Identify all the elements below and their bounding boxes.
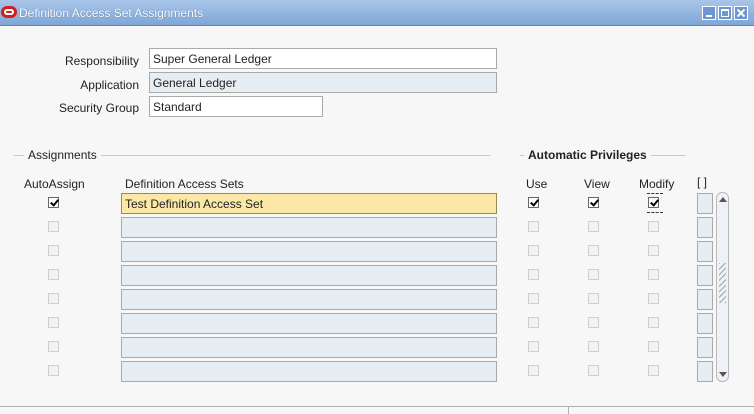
use-checkbox[interactable]	[528, 269, 539, 280]
view-checkbox[interactable]	[588, 197, 599, 208]
definition-access-set-field[interactable]	[121, 313, 497, 334]
definition-access-set-field[interactable]	[121, 241, 497, 262]
view-checkbox[interactable]	[588, 293, 599, 304]
descriptive-flexfield-button[interactable]	[697, 241, 713, 262]
window-title: Definition Access Set Assignments	[19, 6, 204, 20]
modify-checkbox[interactable]	[648, 317, 659, 328]
automatic-privileges-title: Automatic Privileges	[524, 148, 651, 162]
modify-column-header: Modify	[639, 177, 675, 191]
descriptive-flexfield-button[interactable]	[697, 193, 713, 214]
use-checkbox[interactable]	[528, 317, 539, 328]
oracle-icon	[1, 6, 17, 18]
responsibility-field[interactable]: Super General Ledger	[149, 48, 497, 69]
definition-access-set-field[interactable]	[121, 265, 497, 286]
definition-access-set-field[interactable]	[121, 217, 497, 238]
autoassign-checkbox[interactable]	[48, 365, 59, 376]
view-checkbox[interactable]	[588, 365, 599, 376]
security-group-label: Security Group	[58, 101, 139, 115]
definition-access-set-field[interactable]	[121, 337, 497, 358]
descriptive-flexfield-button[interactable]	[697, 217, 713, 238]
autoassign-checkbox[interactable]	[48, 221, 59, 232]
modify-checkbox[interactable]	[648, 197, 659, 208]
modify-focus-indicator	[647, 212, 663, 213]
definition-access-set-field[interactable]	[121, 361, 497, 382]
scroll-up-icon[interactable]	[719, 197, 727, 202]
status-divider-tick	[568, 406, 569, 414]
application-field[interactable]: General Ledger	[149, 72, 497, 93]
autoassign-checkbox[interactable]	[48, 293, 59, 304]
autoassign-checkbox[interactable]	[48, 197, 59, 208]
view-checkbox[interactable]	[588, 245, 599, 256]
modify-checkbox[interactable]	[648, 365, 659, 376]
descriptive-flexfield-button[interactable]	[697, 337, 713, 358]
window-titlebar: Definition Access Set Assignments	[0, 0, 754, 26]
use-checkbox[interactable]	[528, 221, 539, 232]
modify-checkbox[interactable]	[648, 341, 659, 352]
status-divider	[0, 406, 754, 407]
modify-checkbox[interactable]	[648, 269, 659, 280]
definition-access-set-field[interactable]	[121, 289, 497, 310]
view-checkbox[interactable]	[588, 317, 599, 328]
use-checkbox[interactable]	[528, 365, 539, 376]
definition-access-sets-column-header: Definition Access Sets	[125, 177, 244, 191]
autoassign-checkbox[interactable]	[48, 317, 59, 328]
descriptive-flexfield-header: [ ]	[697, 175, 708, 189]
modify-checkbox[interactable]	[648, 245, 659, 256]
view-column-header: View	[584, 177, 610, 191]
responsibility-label: Responsibility	[64, 54, 139, 68]
use-checkbox[interactable]	[528, 341, 539, 352]
view-checkbox[interactable]	[588, 221, 599, 232]
modify-checkbox[interactable]	[648, 221, 659, 232]
close-icon[interactable]	[734, 6, 748, 20]
descriptive-flexfield-button[interactable]	[697, 289, 713, 310]
application-label: Application	[80, 78, 139, 92]
descriptive-flexfield-button[interactable]	[697, 313, 713, 334]
assignments-section-title: Assignments	[24, 148, 101, 162]
use-column-header: Use	[526, 177, 548, 191]
definition-access-set-field[interactable]: Test Definition Access Set	[121, 193, 497, 214]
modify-focus-indicator	[647, 193, 663, 194]
descriptive-flexfield-button[interactable]	[697, 361, 713, 382]
view-checkbox[interactable]	[588, 341, 599, 352]
autoassign-checkbox[interactable]	[48, 245, 59, 256]
modify-checkbox[interactable]	[648, 293, 659, 304]
use-checkbox[interactable]	[528, 245, 539, 256]
scroll-down-icon[interactable]	[719, 372, 727, 377]
autoassign-column-header: AutoAssign	[24, 177, 85, 191]
autoassign-checkbox[interactable]	[48, 341, 59, 352]
use-checkbox[interactable]	[528, 197, 539, 208]
security-group-field[interactable]: Standard	[149, 96, 323, 117]
rows-scrollbar[interactable]	[716, 192, 729, 382]
view-checkbox[interactable]	[588, 269, 599, 280]
minimize-icon[interactable]	[702, 6, 716, 20]
autoassign-checkbox[interactable]	[48, 269, 59, 280]
maximize-icon[interactable]	[718, 6, 732, 20]
scroll-thumb[interactable]	[719, 263, 726, 303]
descriptive-flexfield-button[interactable]	[697, 265, 713, 286]
use-checkbox[interactable]	[528, 293, 539, 304]
